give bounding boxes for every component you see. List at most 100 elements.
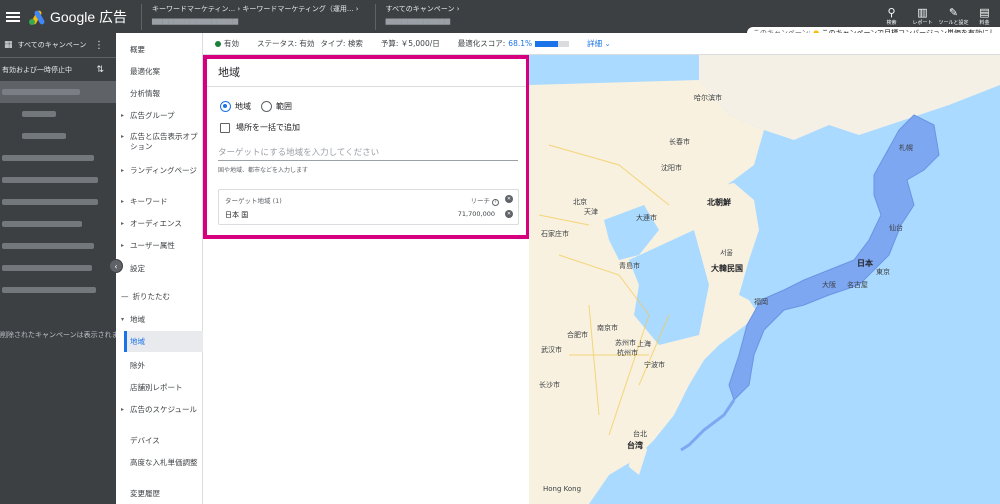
grid-icon: ▦: [4, 40, 13, 50]
breadcrumb[interactable]: キーワードマーケティン... › キーワードマーケティング（運用... › ▆▆…: [141, 3, 359, 30]
sort-icon[interactable]: ⇅: [96, 65, 104, 75]
menu-icon[interactable]: [6, 11, 20, 22]
map-label-north-korea: 北朝鮮: [707, 198, 731, 207]
map-shapes: [529, 55, 1000, 504]
map-label-sapporo: 札幌: [899, 144, 913, 152]
campaign-breadcrumb[interactable]: すべてのキャンペーン › ▆▆▆▆▆▆▆▆▆▆▆▆: [374, 3, 460, 30]
nav-item-store-reports[interactable]: 店舗別レポート: [130, 383, 183, 393]
more-vert-icon[interactable]: ⋮: [94, 40, 104, 51]
map-label-beijing: 北京: [573, 198, 587, 206]
campaign-item[interactable]: [0, 279, 116, 301]
chevron-down-icon: ⌄: [604, 39, 611, 48]
campaign-item[interactable]: [0, 103, 116, 125]
blurred-text: [2, 265, 92, 271]
map-label-japan: 日本: [857, 259, 873, 268]
map-label-hong-kong: Hong Kong: [543, 485, 582, 493]
nav-item-ads-extensions[interactable]: 広告と広告表示オプション: [121, 132, 202, 152]
location-search-input[interactable]: [218, 145, 518, 161]
nav-item-settings[interactable]: 設定: [130, 264, 145, 274]
campaign-item[interactable]: [0, 235, 116, 257]
campaign-item[interactable]: [0, 213, 116, 235]
status-state[interactable]: 有効: [224, 38, 239, 49]
breadcrumb-campaign[interactable]: すべてのキャンペーン: [386, 5, 455, 13]
location-map[interactable]: 哈尔滨市 长春市 沈阳市 北朝鮮 北京 天津 大連市 石家庄市 서울 大韓民国 …: [529, 55, 1000, 504]
radio-radius[interactable]: [261, 101, 272, 112]
nav-item-advanced-bid-adj[interactable]: 高度な入札単価調整: [130, 458, 202, 468]
nav-item-ad-schedule[interactable]: 広告のスケジュール: [121, 405, 202, 415]
nav-item-change-history[interactable]: 変更履歴: [130, 489, 160, 499]
map-label-dalian: 大連市: [636, 214, 657, 222]
radio-location-label[interactable]: 地域: [235, 101, 251, 112]
nav-item-recommendations[interactable]: 最適化案: [130, 67, 160, 77]
nav-item-demographics[interactable]: ユーザー属性: [121, 241, 175, 251]
campaign-item[interactable]: [0, 81, 116, 103]
details-link[interactable]: 詳細 ⌄: [587, 38, 611, 49]
nav-item-keywords[interactable]: キーワード: [121, 197, 167, 207]
blurred-text: [2, 177, 98, 183]
nav-item-landing-pages[interactable]: ランディングページ: [121, 166, 202, 176]
map-label-fukuoka: 福岡: [754, 298, 768, 306]
map-label-qingdao: 青島市: [619, 262, 640, 270]
campaign-item[interactable]: [0, 147, 116, 169]
bulk-add-label[interactable]: 場所を一括で追加: [236, 122, 300, 133]
radio-radius-label[interactable]: 範囲: [276, 101, 292, 112]
nav-item-overview[interactable]: 概要: [130, 45, 145, 55]
blurred-text: [2, 221, 82, 227]
map-label-nagoya: 名古屋: [847, 281, 868, 289]
blurred-text: [2, 199, 98, 205]
map-label-changsha: 长沙市: [539, 381, 560, 389]
report-icon: ▥: [917, 6, 928, 19]
map-label-shenyang: 沈阳市: [661, 164, 682, 172]
map-label-seoul: 서울: [720, 249, 733, 257]
nav-item-devices[interactable]: デバイス: [130, 436, 160, 446]
campaign-item[interactable]: [0, 257, 116, 279]
map-label-hefei: 合肥市: [567, 331, 588, 339]
nav-item-ad-groups[interactable]: 広告グループ: [121, 111, 174, 121]
land-ryukyu: [680, 399, 736, 452]
optimization-score-bar: [535, 40, 570, 47]
search-icon: ⚲: [887, 6, 896, 19]
map-label-shijiazhuang: 石家庄市: [541, 230, 569, 238]
targeted-locations-box: ターゲット地域 (1) リーチ? ✕ 日本 国 71,700,000 ✕: [218, 189, 519, 225]
collapse-panel-button[interactable]: ‹: [109, 259, 123, 273]
campaign-item[interactable]: [0, 191, 116, 213]
nav-item-audiences[interactable]: オーディエンス: [121, 219, 182, 229]
campaign-item[interactable]: [0, 169, 116, 191]
campaign-item[interactable]: [0, 125, 116, 147]
blurred-text: [2, 243, 94, 249]
reach-header: リーチ?: [471, 195, 499, 206]
removed-campaigns-note: 削除されたキャンペーンは表示されま: [0, 331, 119, 339]
nav-item-locations-group[interactable]: 地域: [121, 315, 145, 325]
nav-item-locations[interactable]: 地域: [124, 331, 203, 352]
remove-location-icon[interactable]: ✕: [505, 210, 513, 218]
campaign-list-header[interactable]: ▦ すべてのキャンペーン ⋮: [0, 33, 116, 57]
help-icon[interactable]: ?: [492, 199, 499, 206]
type-label: タイプ: 検索: [320, 39, 363, 48]
remove-all-icon[interactable]: ✕: [505, 195, 513, 203]
nav-item-collapse[interactable]: — 折りたたむ: [121, 292, 170, 302]
nav-item-exclusions[interactable]: 除外: [130, 361, 145, 371]
map-label-south-korea: 大韓民国: [711, 264, 743, 273]
google-ads-logo-icon: [28, 9, 46, 25]
status-label: ステータス: 有効: [257, 39, 315, 48]
radio-location[interactable]: [220, 101, 231, 112]
bulk-add-checkbox[interactable]: [220, 122, 230, 133]
blurred-text: [22, 111, 56, 117]
campaign-list-panel: ▦ すべてのキャンペーン ⋮ 有効および一時停止中 ⇅ 削除されたキャンペーンは…: [0, 33, 119, 504]
breadcrumb-account-manager[interactable]: キーワードマーケティン...: [152, 5, 235, 13]
map-label-tokyo: 東京: [876, 268, 890, 276]
map-label-wuhan: 武汉市: [541, 346, 562, 354]
targeted-locations-header: ターゲット地域 (1): [225, 197, 282, 205]
location-panel: 地域 地域 範囲 場所を一括で追加 国や地域、都市などを入力します ターゲット地…: [203, 55, 529, 504]
breadcrumb-sub-blurred: ▆▆▆▆▆▆▆▆▆▆▆▆▆▆▆▆: [152, 16, 239, 25]
budget-label[interactable]: 予算: ￥5,000/日: [381, 38, 440, 49]
campaign-filter[interactable]: 有効および一時停止中 ⇅: [0, 57, 116, 81]
location-input-hint: 国や地域、都市などを入力します: [218, 167, 309, 174]
breadcrumb-account[interactable]: キーワードマーケティング（運用...: [242, 5, 353, 13]
google-ads-logo[interactable]: Google 広告: [28, 7, 127, 27]
nav-item-insights[interactable]: 分析情報: [130, 89, 160, 99]
blurred-text: [2, 287, 96, 293]
divider: [203, 86, 529, 87]
wrench-icon: ✎: [948, 6, 959, 19]
blurred-text: [2, 155, 94, 161]
